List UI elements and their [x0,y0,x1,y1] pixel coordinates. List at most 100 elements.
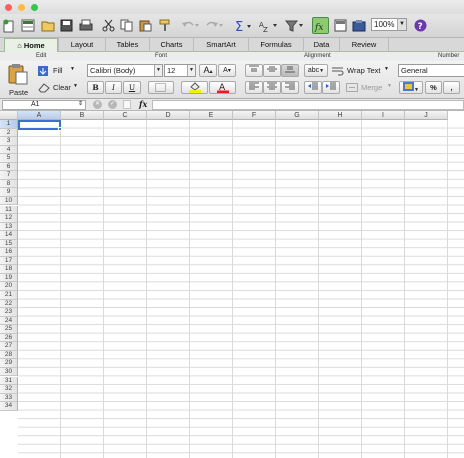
row-header[interactable]: 29 [0,359,18,368]
row-header[interactable]: 4 [0,145,18,155]
fill-color-button[interactable] [181,81,208,94]
save-icon[interactable] [58,17,74,34]
row-header[interactable]: 9 [0,188,18,197]
row-header[interactable]: 14 [0,231,18,240]
selected-cell-a1[interactable] [18,120,61,130]
orientation-button[interactable]: abc▼ [304,64,328,77]
tab-data[interactable]: Data [303,38,339,52]
row-header[interactable]: 10 [0,196,18,206]
row-header[interactable]: 13 [0,222,18,232]
fill-button[interactable]: Fill ▼ [38,65,78,77]
clear-button[interactable]: Clear ▼ [38,82,80,94]
cancel-formula-icon[interactable]: ✕ [93,100,102,109]
row-header[interactable]: 5 [0,154,18,163]
fx-icon[interactable]: fx [139,99,147,109]
row-header[interactable]: 16 [0,248,18,257]
shrink-font-button[interactable]: A▾ [218,64,236,77]
row-header[interactable]: 20 [0,282,18,291]
row-header[interactable]: 25 [0,325,18,334]
close-window-button[interactable] [5,4,12,11]
tab-smartart[interactable]: SmartArt [193,38,248,52]
row-header[interactable]: 11 [0,205,18,215]
row-header[interactable]: 17 [0,256,18,266]
tab-tables[interactable]: Tables [105,38,149,52]
formula-input[interactable] [152,100,464,110]
merge-button[interactable]: Merge ▼ [346,82,396,94]
percent-button[interactable]: % [425,81,442,94]
row-header[interactable]: 31 [0,376,18,386]
filter-icon[interactable] [284,17,306,34]
row-header[interactable]: 23 [0,308,18,317]
italic-button[interactable]: I [105,81,122,94]
wrap-text-button[interactable]: Wrap Text ▼ [332,65,392,77]
decrease-indent-button[interactable] [304,81,322,94]
row-header[interactable]: 33 [0,393,18,403]
row-header[interactable]: 28 [0,350,18,360]
column-header[interactable]: E [190,111,233,120]
borders-button[interactable] [148,81,174,94]
column-header[interactable]: G [276,111,319,120]
row-header[interactable]: 8 [0,179,18,189]
font-size-select[interactable]: 12 ▼ [164,64,196,77]
row-header[interactable]: 34 [0,402,18,411]
align-right-button[interactable] [281,81,299,94]
bold-button[interactable]: B [87,81,104,94]
row-header[interactable]: 30 [0,367,18,377]
autosum-icon[interactable]: Σ [234,17,254,34]
row-header[interactable]: 12 [0,214,18,223]
sort-icon[interactable]: AZ [258,17,280,34]
minimize-window-button[interactable] [18,4,25,11]
row-header[interactable]: 26 [0,333,18,343]
grow-font-button[interactable]: A▴ [199,64,217,77]
name-box[interactable]: A1 [2,100,86,110]
align-left-button[interactable] [245,81,263,94]
row-header[interactable]: 24 [0,316,18,326]
column-header[interactable]: H [319,111,362,120]
help-icon[interactable]: ? [412,17,428,34]
row-header[interactable]: 19 [0,273,18,283]
align-bottom-button[interactable] [281,64,299,77]
column-header[interactable]: D [147,111,190,120]
format-painter-icon[interactable] [156,17,172,34]
font-name-select[interactable]: Calibri (Body) ▼ [87,64,163,77]
column-header[interactable]: A [18,111,61,120]
font-color-button[interactable]: A [209,81,236,94]
align-middle-button[interactable] [263,64,281,77]
formula-builder-icon[interactable]: fx [312,17,329,34]
column-header[interactable]: I [362,111,405,120]
fill-handle[interactable] [58,127,62,131]
align-center-button[interactable] [263,81,281,94]
cells-area[interactable] [18,120,464,458]
comma-button[interactable]: , [443,81,460,94]
increase-indent-button[interactable] [322,81,340,94]
confirm-formula-icon[interactable]: ✓ [108,100,117,109]
print-icon[interactable] [78,17,94,34]
row-header[interactable]: 18 [0,265,18,274]
tab-charts[interactable]: Charts [149,38,193,52]
row-header[interactable]: 7 [0,171,18,180]
zoom-window-button[interactable] [31,4,38,11]
stepper-arrows-icon[interactable]: ⇕ [78,100,83,107]
redo-icon[interactable] [204,17,224,34]
paste-button[interactable]: Paste [4,63,32,97]
align-top-button[interactable] [245,64,263,77]
column-header[interactable]: C [104,111,147,120]
column-header[interactable]: F [233,111,276,120]
tab-review[interactable]: Review [339,38,389,52]
select-all-corner[interactable] [0,111,18,120]
cut-icon[interactable] [100,17,116,34]
new-workbook-icon[interactable] [2,17,16,34]
paste-icon[interactable] [137,17,153,34]
open-icon[interactable] [40,17,56,34]
conditional-format-button[interactable]: ▼ [399,81,423,94]
zoom-select[interactable]: 100% ▼ [371,18,407,31]
tab-layout[interactable]: Layout [58,38,105,52]
row-header[interactable]: 2 [0,128,18,138]
row-header[interactable]: 27 [0,342,18,351]
toolbox-icon[interactable] [351,17,367,34]
row-header[interactable]: 15 [0,239,18,249]
column-header[interactable]: J [405,111,448,120]
number-format-select[interactable]: General [398,64,464,77]
row-header[interactable]: 1 [0,120,18,129]
underline-button[interactable]: U [123,81,141,94]
